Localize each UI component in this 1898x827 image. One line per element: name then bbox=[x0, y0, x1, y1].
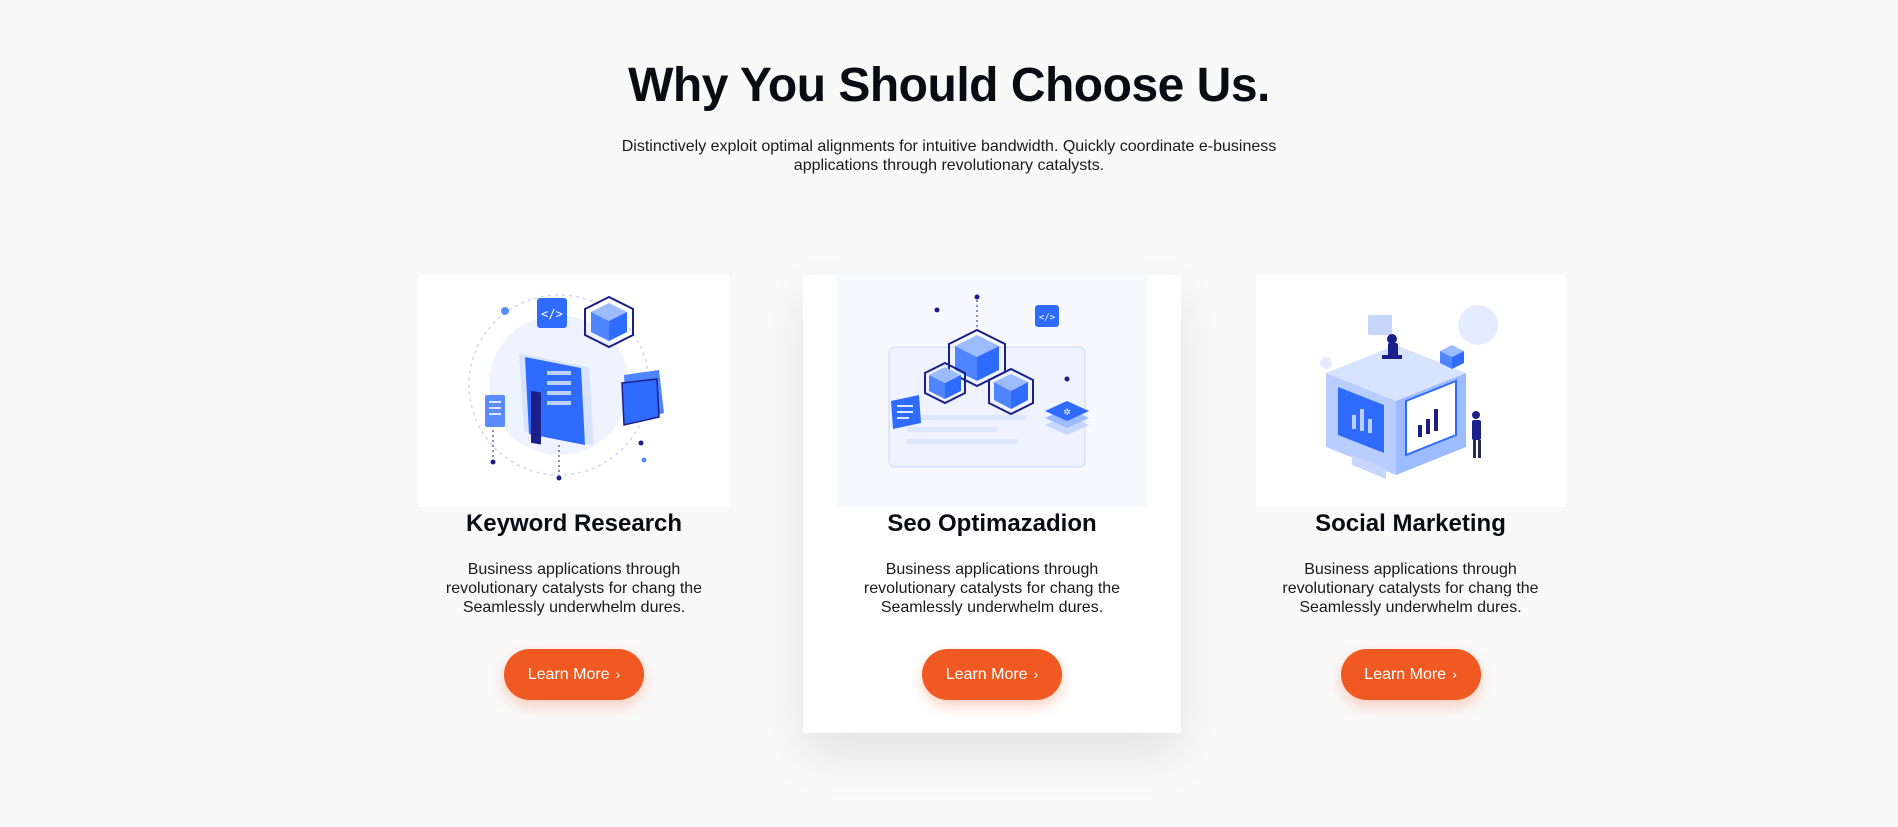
feature-card-social-marketing: Social Marketing Business applications t… bbox=[1256, 275, 1565, 733]
learn-more-button[interactable]: Learn More › bbox=[504, 649, 644, 700]
card-description: Business applications through revolution… bbox=[863, 561, 1121, 616]
card-title: Seo Optimazadion bbox=[887, 510, 1097, 537]
svg-text:</>: </> bbox=[1039, 313, 1056, 323]
card-description: Business applications through revolution… bbox=[1282, 561, 1539, 616]
section-subtitle: Distinctively exploit optimal alignments… bbox=[621, 138, 1277, 174]
svg-text:</>: </> bbox=[541, 307, 563, 321]
feature-card-seo-optimization: </> ✲ Seo Optimazadion Business applicat… bbox=[803, 275, 1181, 733]
card-title: Keyword Research bbox=[465, 510, 683, 537]
chevron-right-icon: › bbox=[1033, 665, 1039, 682]
svg-text:✲: ✲ bbox=[1063, 408, 1071, 418]
card-description: Business applications through revolution… bbox=[445, 561, 703, 616]
learn-more-label: Learn More bbox=[527, 665, 610, 683]
learn-more-label: Learn More bbox=[1364, 665, 1447, 683]
keyword-research-illustration: </> bbox=[419, 275, 729, 507]
feature-card-keyword-research: </> Keyword Research Business applicatio… bbox=[419, 275, 729, 733]
seo-optimization-illustration: </> ✲ bbox=[837, 275, 1147, 507]
learn-more-button[interactable]: Learn More › bbox=[1340, 649, 1481, 700]
section-title: Why You Should Choose Us. bbox=[628, 59, 1270, 112]
learn-more-label: Learn More bbox=[945, 665, 1028, 683]
chevron-right-icon: › bbox=[1452, 665, 1457, 682]
card-title: Social Marketing bbox=[1315, 510, 1506, 537]
chevron-right-icon: › bbox=[615, 665, 621, 682]
social-marketing-illustration bbox=[1256, 275, 1565, 507]
learn-more-button[interactable]: Learn More › bbox=[922, 649, 1062, 700]
